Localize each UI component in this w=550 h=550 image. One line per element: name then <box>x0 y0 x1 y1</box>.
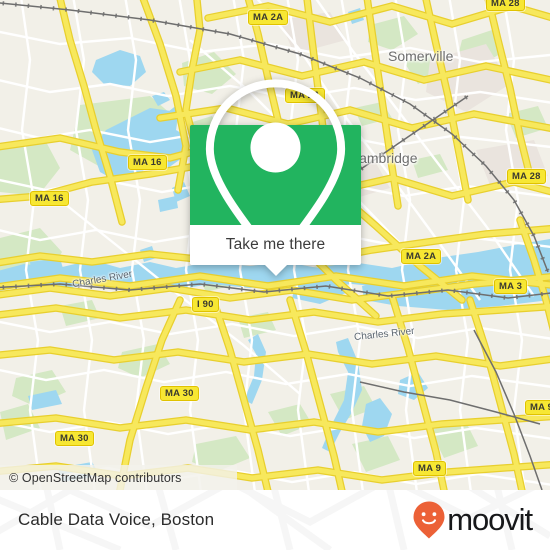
popup-icon-area <box>190 79 361 268</box>
road-shield-ma-9-south[interactable]: MA 9 <box>413 461 447 476</box>
popup-pointer-tail <box>264 265 287 276</box>
location-title: Cable Data Voice, Boston <box>18 510 215 529</box>
place-label-somerville: Somerville <box>388 48 454 64</box>
road-shield-ma-3[interactable]: MA 3 <box>494 279 528 294</box>
popup-action-area[interactable]: Take me there <box>190 225 361 276</box>
moovit-pin-smiley-icon <box>413 501 445 539</box>
moovit-wordmark: moovit <box>447 502 533 537</box>
road-shield-ma-2a-east[interactable]: MA 2A <box>401 249 442 264</box>
road-shield-ma-16-east[interactable]: MA 16 <box>128 155 167 170</box>
take-me-there-label: Take me there <box>225 236 326 253</box>
road-shield-ma-9-east[interactable]: MA 9 <box>525 400 550 415</box>
map-canvas[interactable]: Somerville Cambridge Charles River Charl… <box>0 0 550 490</box>
road-shield-ma-28-right[interactable]: MA 28 <box>507 169 546 184</box>
moovit-logo[interactable]: moovit <box>412 490 533 550</box>
footer-bar: Cable Data Voice, Boston moovit <box>0 490 550 550</box>
road-shield-ma-16-west[interactable]: MA 16 <box>30 191 69 206</box>
road-shield-ma-30-west[interactable]: MA 30 <box>55 431 94 446</box>
attribution-text[interactable]: © OpenStreetMap contributors <box>0 471 182 485</box>
map-screenshot: Somerville Cambridge Charles River Charl… <box>0 0 550 550</box>
location-popup-card[interactable]: Take me there <box>190 79 361 276</box>
map-pin-icon <box>205 79 346 268</box>
road-shield-ma-28-top[interactable]: MA 28 <box>486 0 525 11</box>
map-attribution-bar: © OpenStreetMap contributors <box>0 465 237 490</box>
